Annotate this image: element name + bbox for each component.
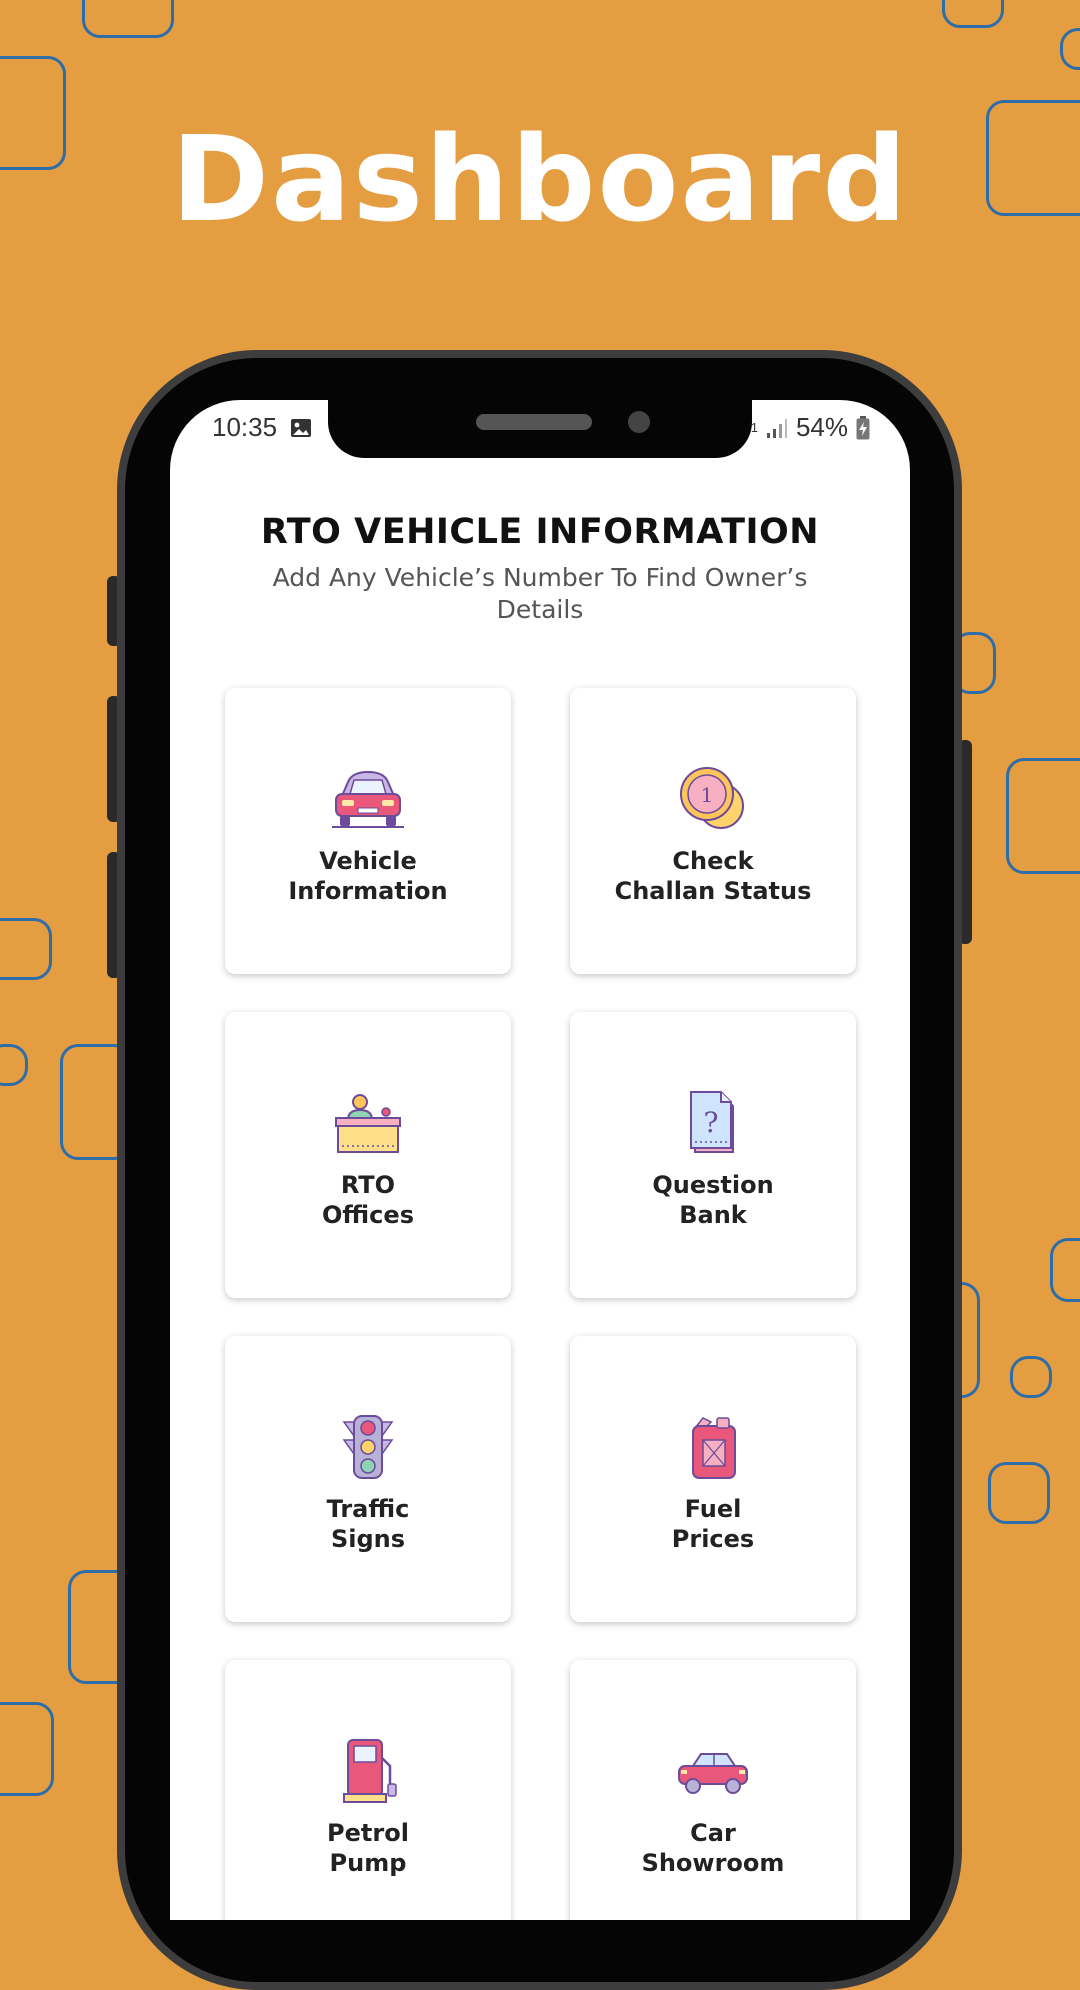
battery-percent: 54% <box>795 412 848 442</box>
card-traffic-signs[interactable]: Traffic Signs <box>225 1336 511 1622</box>
question-document-icon: ? <box>690 1091 734 1153</box>
decor-square <box>1050 1238 1080 1302</box>
card-question-bank[interactable]: ? Question Bank <box>570 1012 856 1298</box>
card-label: Car Showroom <box>641 1819 785 1877</box>
card-vehicle-information[interactable]: Vehicle Information <box>225 688 511 974</box>
decor-square <box>1010 1356 1052 1398</box>
showroom-car-icon <box>678 1753 748 1794</box>
traffic-light-icon <box>342 1415 394 1479</box>
card-label: RTO Offices <box>322 1171 414 1229</box>
decor-square <box>1006 758 1080 874</box>
coin-icon: 1 <box>680 767 744 829</box>
card-label: Fuel Prices <box>671 1495 755 1553</box>
phone-speaker <box>476 414 592 430</box>
gallery-notification-icon <box>291 419 311 437</box>
status-indicators: E1 54% <box>742 412 870 443</box>
card-petrol-pump[interactable]: Petrol Pump <box>225 1660 511 1920</box>
card-label: Petrol Pump <box>327 1819 409 1877</box>
svg-text:1: 1 <box>701 783 714 807</box>
petrol-pump-icon <box>343 1739 397 1803</box>
car-icon <box>332 770 404 828</box>
card-label: Question Bank <box>652 1171 774 1229</box>
decor-square <box>0 1044 28 1086</box>
card-label: Traffic Signs <box>326 1495 410 1553</box>
fuel-can-icon <box>692 1417 736 1479</box>
card-label: Check Challan Status <box>614 847 812 905</box>
signal-icon <box>766 418 787 438</box>
decor-square <box>82 0 174 38</box>
decor-square <box>942 0 1004 28</box>
decor-square <box>0 1702 54 1796</box>
card-fuel-prices[interactable]: Fuel Prices <box>570 1336 856 1622</box>
card-car-showroom[interactable]: Car Showroom <box>570 1660 856 1920</box>
svg-text:?: ? <box>703 1106 718 1139</box>
app-title: RTO VEHICLE INFORMATION <box>260 512 820 552</box>
card-check-challan-status[interactable]: 1 Check Challan Status <box>570 688 856 974</box>
phone-screen: 10:35 E1 54% RTO VEHICLE INFORMATION Add… <box>170 400 910 1920</box>
status-time: 10:35 <box>212 412 278 442</box>
card-rto-offices[interactable]: RTO Offices <box>225 1012 511 1298</box>
battery-charging-icon <box>856 415 870 439</box>
promo-headline: Dashboard <box>171 110 909 248</box>
app-subtitle: Add Any Vehicle’s Number To Find Owner’s… <box>272 563 808 624</box>
office-desk-icon <box>335 1094 401 1153</box>
front-camera <box>628 411 650 433</box>
decor-square <box>988 1462 1050 1524</box>
decor-square <box>0 918 52 980</box>
card-label: Vehicle Information <box>288 847 448 905</box>
decor-square <box>1060 28 1080 70</box>
